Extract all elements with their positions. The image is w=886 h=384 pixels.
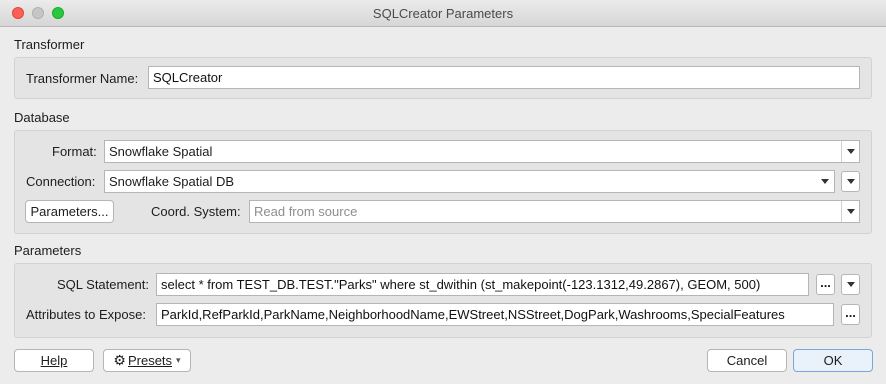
format-dropdown-arrow-icon[interactable] [841, 141, 859, 162]
gear-icon: ⚙ [113, 352, 126, 368]
chevron-down-icon [846, 282, 855, 287]
ellipsis-icon: ... [820, 275, 831, 290]
connection-select[interactable]: Snowflake Spatial DB [104, 170, 835, 193]
connection-dropdown-arrow-icon[interactable] [816, 171, 834, 192]
transformer-name-input[interactable]: SQLCreator [148, 66, 860, 89]
presets-button[interactable]: ⚙ Presets ▾ [103, 349, 191, 372]
sql-statement-input[interactable]: select * from TEST_DB.TEST."Parks" where… [156, 273, 809, 296]
coord-system-select[interactable]: Read from source [249, 200, 860, 223]
parameters-button[interactable]: Parameters... [25, 200, 114, 223]
attributes-to-expose-input[interactable]: ParkId,RefParkId,ParkName,NeighborhoodNa… [156, 303, 834, 326]
chevron-down-icon [846, 179, 855, 184]
ellipsis-icon: ... [845, 305, 856, 320]
presets-button-label: Presets [127, 353, 173, 368]
coord-system-label: Coord. System: [151, 204, 241, 219]
transformer-name-label: Transformer Name: [26, 71, 139, 86]
connection-label: Connection: [26, 174, 96, 189]
database-section-heading: Database [14, 110, 70, 125]
sql-statement-edit-button[interactable]: ... [816, 274, 835, 295]
format-value: Snowflake Spatial [109, 144, 213, 159]
title-bar: SQLCreator Parameters [0, 0, 886, 27]
help-button-label: Help [40, 353, 68, 368]
connection-menu-button[interactable] [841, 171, 860, 192]
sql-statement-label: SQL Statement: [57, 277, 150, 292]
coord-system-dropdown-arrow-icon[interactable] [841, 201, 859, 222]
sql-statement-menu-button[interactable] [841, 274, 860, 295]
format-label: Format: [52, 144, 97, 159]
chevron-down-icon: ▾ [176, 355, 181, 365]
transformer-section-heading: Transformer [14, 37, 85, 52]
window-title: SQLCreator Parameters [372, 6, 514, 21]
parameters-section-heading: Parameters [14, 243, 82, 258]
ok-button[interactable]: OK [793, 349, 873, 372]
attributes-edit-button[interactable]: ... [841, 304, 860, 325]
format-select[interactable]: Snowflake Spatial [104, 140, 860, 163]
attributes-to-expose-label: Attributes to Expose: [26, 307, 146, 322]
help-button[interactable]: Help [14, 349, 94, 372]
coord-system-placeholder: Read from source [254, 204, 358, 219]
cancel-button[interactable]: Cancel [707, 349, 787, 372]
connection-value: Snowflake Spatial DB [109, 174, 235, 189]
